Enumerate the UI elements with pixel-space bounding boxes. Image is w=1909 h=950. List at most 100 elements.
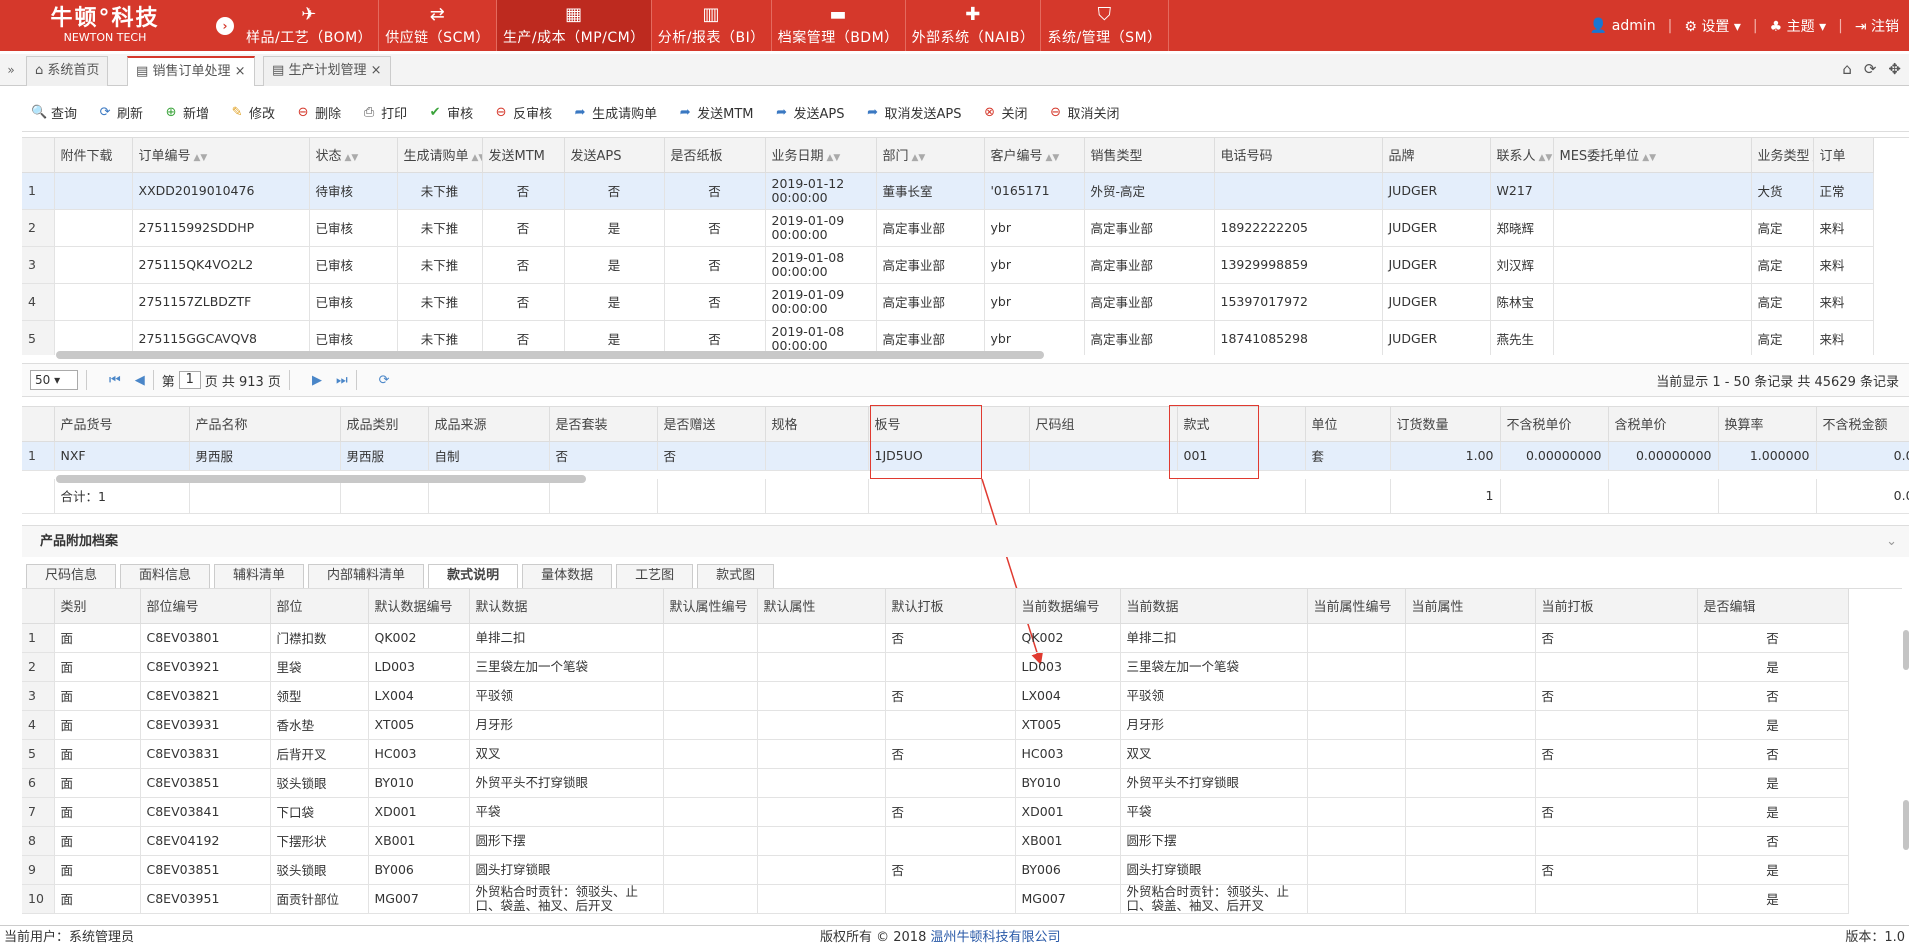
logout-button[interactable]: ⇥ 注销	[1855, 16, 1899, 36]
menu-item-0[interactable]: ✈ 样品/工艺（BOM）	[240, 0, 380, 51]
column-header[interactable]: 联系人 ▲▼	[1490, 138, 1554, 173]
column-header[interactable]: 不含税单价	[1500, 407, 1609, 442]
column-header[interactable]: 是否编辑	[1697, 589, 1849, 624]
column-header[interactable]: 是否纸板	[664, 138, 766, 173]
toolbar-button-6[interactable]: ✔ 审核	[418, 103, 482, 122]
table-row[interactable]: 3 275115QK4VO2L2 已审核 未下推否是否 2019-01-08 00:00…	[22, 246, 1874, 284]
sidebar-toggle[interactable]: »	[0, 54, 22, 86]
table-row[interactable]: 1 面 C8EV03801 门襟扣数 QK002 单排二扣否 QK002 单排二扣否否	[22, 623, 1902, 653]
subtab-3[interactable]: 内部辅料清单	[308, 564, 425, 588]
column-header[interactable]: 是否套装	[549, 407, 658, 442]
menu-toggle[interactable]: ›	[210, 0, 240, 51]
column-header[interactable]: 默认属性	[757, 589, 886, 624]
close-icon[interactable]: ×	[235, 64, 246, 79]
subtab-0[interactable]: 尺码信息	[26, 564, 117, 588]
column-header[interactable]: 附件下载	[54, 138, 133, 173]
column-header[interactable]: 发送MTM	[482, 138, 565, 173]
reload-icon[interactable]: ⟳	[379, 373, 390, 388]
column-header[interactable]: 电话号码	[1214, 138, 1383, 173]
subtab-5[interactable]: 量体数据	[522, 564, 613, 588]
toolbar-button-12[interactable]: ⊗ 关闭	[973, 103, 1037, 122]
menu-item-5[interactable]: ✚ 外部系统（NAIB）	[906, 0, 1042, 51]
orders-horizontal-scrollbar[interactable]	[56, 351, 1044, 359]
column-header[interactable]: 状态 ▲▼	[309, 138, 398, 173]
toolbar-button-8[interactable]: ➦ 生成请购单	[563, 103, 666, 122]
home-icon[interactable]: ⌂	[1842, 60, 1852, 78]
prev-page-icon[interactable]: ◀	[135, 373, 145, 388]
column-header[interactable]: 成品类别	[340, 407, 429, 442]
sort-icon[interactable]: ▲▼	[912, 153, 926, 163]
table-row[interactable]: 5 面 C8EV03831 后背开叉 HC003 双叉否 HC003 双叉否否	[22, 739, 1902, 769]
column-header[interactable]: 订单编号 ▲▼	[132, 138, 310, 173]
toolbar-button-1[interactable]: ⟳ 刷新	[88, 103, 152, 122]
subtab-7[interactable]: 款式图	[697, 564, 775, 588]
column-header[interactable]: 产品名称	[189, 407, 341, 442]
menu-item-2[interactable]: ▦ 生产/成本（MP/CM）	[496, 0, 652, 51]
column-header[interactable]: 品牌	[1382, 138, 1491, 173]
table-row[interactable]: 3 面 C8EV03821 领型 LX004 平驳领否 LX004 平驳领否否	[22, 681, 1902, 711]
column-header[interactable]: 类别	[54, 589, 141, 624]
table-row[interactable]: 5 275115GGCAVQV8 已审核 未下推否是否 2019-01-08 00:00…	[22, 320, 1874, 355]
column-header[interactable]: 发送APS	[564, 138, 665, 173]
next-page-icon[interactable]: ▶	[312, 373, 322, 388]
menu-item-6[interactable]: ⛉ 系统/管理（SM）	[1041, 0, 1169, 51]
last-page-icon[interactable]: ⏭	[336, 373, 348, 388]
column-header[interactable]: 默认打板	[885, 589, 1016, 624]
column-header[interactable]: 当前数据编号	[1015, 589, 1121, 624]
sort-icon[interactable]: ▲▼	[1539, 153, 1552, 163]
subtab-4[interactable]: 款式说明	[428, 564, 519, 588]
sort-icon[interactable]: ▲▼	[827, 153, 841, 163]
table-row[interactable]: 10 面 C8EV03951 面贡针部位 MG007 外贸粘合时贡针：领驳头、止口、袋盖、…	[22, 884, 1902, 914]
brand-logo[interactable]: 牛顿°科技 NEWTON TECH	[0, 0, 210, 51]
page-size-select[interactable]: 50 ▾	[30, 370, 78, 390]
column-header[interactable]: 单位	[1305, 407, 1391, 442]
toolbar-button-4[interactable]: ⊖ 删除	[286, 103, 350, 122]
close-icon[interactable]: ×	[371, 63, 382, 78]
toolbar-button-10[interactable]: ➦ 发送APS	[765, 103, 854, 122]
column-header[interactable]: 部位编号	[140, 589, 271, 624]
column-header[interactable]: 尺码组	[1029, 407, 1178, 442]
table-row[interactable]: 9 面 C8EV03851 驳头锁眼 BY006 圆头打穿锁眼否 BY006 圆头打穿锁眼否是	[22, 855, 1902, 885]
column-header[interactable]: 业务类型▲▼	[1751, 138, 1814, 173]
company-link[interactable]: 温州牛顿科技有限公司	[931, 930, 1061, 945]
toolbar-button-2[interactable]: ⊕ 新增	[154, 103, 218, 122]
column-header[interactable]: 部门 ▲▼	[876, 138, 985, 173]
page-number-input[interactable]: 1	[178, 371, 201, 389]
column-header[interactable]: 默认属性编号	[663, 589, 758, 624]
column-header[interactable]	[981, 407, 1030, 442]
column-header[interactable]: 当前数据	[1120, 589, 1308, 624]
column-header[interactable]: 换算率	[1718, 407, 1817, 442]
toolbar-button-11[interactable]: ➦ 取消发送APS	[856, 103, 971, 122]
menu-item-4[interactable]: ▬ 档案管理（BDM）	[772, 0, 906, 51]
products-horizontal-scrollbar[interactable]	[56, 475, 586, 483]
table-row[interactable]: 2 面 C8EV03921 里袋 LD003 三里袋左加一个笔袋 LD003 三里袋左加一个笔…	[22, 652, 1902, 682]
sort-icon[interactable]: ▲▼	[472, 153, 481, 163]
menu-item-3[interactable]: ▥ 分析/报表（BI）	[652, 0, 772, 51]
menu-item-1[interactable]: ⇄ 供应链（SCM）	[379, 0, 497, 51]
table-row[interactable]: 2 275115992SDDHP 已审核 未下推否是否 2019-01-09 00:00…	[22, 209, 1874, 247]
column-header[interactable]: 当前属性编号	[1307, 589, 1406, 624]
toolbar-button-9[interactable]: ➦ 发送MTM	[668, 103, 762, 122]
column-header[interactable]: 生成请购单▲▼	[397, 138, 483, 173]
sort-icon[interactable]: ▲▼	[1642, 153, 1656, 163]
toolbar-button-7[interactable]: ⊖ 反审核	[484, 103, 561, 122]
column-header[interactable]: 销售类型	[1084, 138, 1215, 173]
sort-icon[interactable]: ▲▼	[1046, 153, 1060, 163]
column-header[interactable]: MES委托单位 ▲▼	[1553, 138, 1752, 173]
column-header[interactable]: 是否赠送	[657, 407, 766, 442]
column-header[interactable]: 业务日期 ▲▼	[765, 138, 877, 173]
settings-menu[interactable]: ⚙ 设置 ▾	[1684, 16, 1741, 36]
column-header[interactable]: 当前属性	[1405, 589, 1536, 624]
toolbar-button-13[interactable]: ⊖ 取消关闭	[1039, 103, 1129, 122]
column-header[interactable]: 规格	[765, 407, 869, 442]
vertical-scrollbar-thumb[interactable]	[1903, 630, 1909, 670]
table-row[interactable]: 4 面 C8EV03931 香水垫 XT005 月牙形 XT005 月牙形是	[22, 710, 1902, 740]
column-header[interactable]: 订单	[1813, 138, 1874, 173]
subtab-1[interactable]: 面料信息	[120, 564, 211, 588]
toolbar-button-0[interactable]: 🔍 查询	[22, 103, 86, 122]
expand-icon[interactable]: ✥	[1888, 60, 1901, 78]
refresh-icon[interactable]: ⟳	[1864, 60, 1877, 78]
column-header[interactable]: 客户编号 ▲▼	[984, 138, 1085, 173]
sort-icon[interactable]: ▲▼	[194, 153, 208, 163]
tab-home[interactable]: ⌂ 系统首页	[26, 56, 109, 86]
